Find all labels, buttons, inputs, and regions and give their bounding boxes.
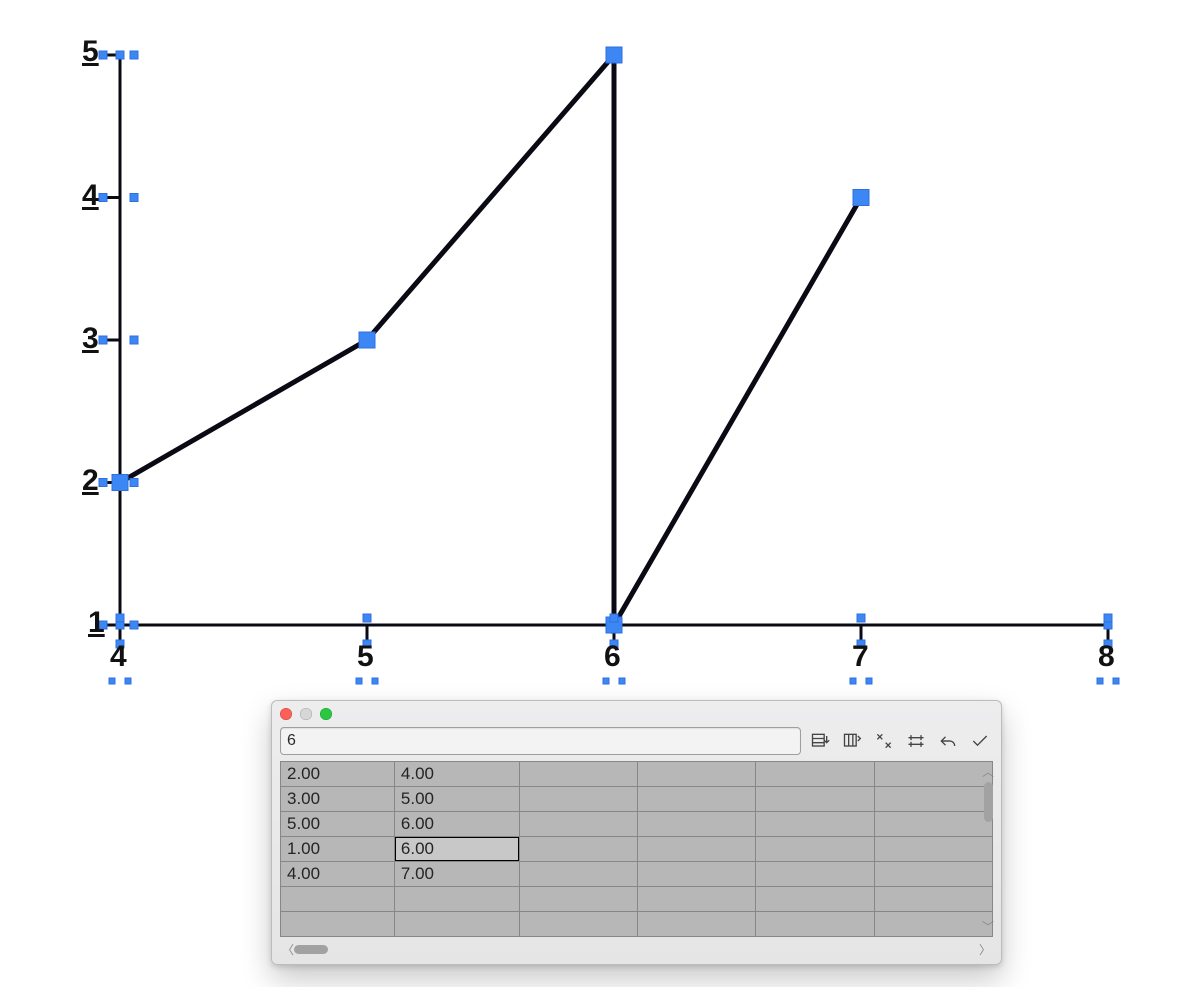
toolbar: [272, 727, 1001, 761]
table-cell[interactable]: [637, 862, 755, 887]
table-cell[interactable]: [637, 912, 755, 937]
table-cell[interactable]: [519, 887, 637, 912]
table-cell[interactable]: [519, 837, 637, 862]
table-cell[interactable]: [756, 762, 874, 787]
axis-handles[interactable]: [99, 51, 1119, 684]
table-cell[interactable]: 5.00: [281, 812, 395, 837]
x-tick-label[interactable]: 7: [852, 640, 869, 674]
scroll-left-icon[interactable]: 〈: [282, 941, 294, 958]
chart-canvas[interactable]: 5 4 3 2 1 4 5 6 7 8: [0, 0, 1200, 720]
table-cell[interactable]: [874, 912, 992, 937]
scroll-right-icon[interactable]: 〉: [979, 941, 991, 958]
swap-xy-icon[interactable]: [871, 730, 897, 752]
scroll-thumb[interactable]: [294, 945, 328, 954]
horizontal-scrollbar[interactable]: 〈 〉: [272, 939, 1001, 964]
table-cell[interactable]: [281, 887, 395, 912]
y-tick-label[interactable]: 4: [82, 179, 99, 213]
table-cell[interactable]: [874, 862, 992, 887]
data-grid[interactable]: 2.004.003.005.005.006.001.006.004.007.00: [280, 761, 993, 937]
table-cell[interactable]: [756, 787, 874, 812]
data-editor-window[interactable]: 2.004.003.005.005.006.001.006.004.007.00…: [271, 700, 1002, 965]
table-cell[interactable]: [874, 887, 992, 912]
window-zoom-button[interactable]: [320, 708, 332, 720]
table-cell[interactable]: [519, 862, 637, 887]
table-cell[interactable]: 6.00: [394, 837, 519, 862]
table-row[interactable]: 4.007.00: [281, 862, 993, 887]
window-minimize-button[interactable]: [300, 708, 312, 720]
table-cell[interactable]: [637, 762, 755, 787]
table-cell[interactable]: 3.00: [281, 787, 395, 812]
table-cell[interactable]: [519, 912, 637, 937]
x-tick-label[interactable]: 4: [110, 640, 127, 674]
table-cell[interactable]: [756, 862, 874, 887]
insert-row-icon[interactable]: [807, 730, 833, 752]
table-cell[interactable]: [281, 912, 395, 937]
table-cell[interactable]: 4.00: [394, 762, 519, 787]
table-cell[interactable]: [519, 812, 637, 837]
window-close-button[interactable]: [280, 708, 292, 720]
window-titlebar[interactable]: [272, 701, 1001, 727]
table-cell[interactable]: [394, 887, 519, 912]
table-cell[interactable]: [874, 837, 992, 862]
table-cell[interactable]: [756, 837, 874, 862]
selection-handles[interactable]: [112, 47, 869, 633]
table-cell[interactable]: [519, 787, 637, 812]
y-tick-label[interactable]: 2: [82, 464, 99, 498]
chart-svg: [0, 0, 1200, 720]
y-tick-label[interactable]: 5: [82, 35, 99, 69]
line-series[interactable]: [120, 55, 861, 625]
table-row[interactable]: 2.004.00: [281, 762, 993, 787]
x-tick-label[interactable]: 6: [604, 640, 621, 674]
scroll-up-icon[interactable]: ︿: [982, 763, 994, 780]
table-cell[interactable]: 2.00: [281, 762, 395, 787]
table-cell[interactable]: 6.00: [394, 812, 519, 837]
table-cell[interactable]: [637, 787, 755, 812]
table-cell[interactable]: [637, 837, 755, 862]
y-tick-label[interactable]: 1: [88, 606, 105, 640]
table-cell[interactable]: [756, 887, 874, 912]
table-cell[interactable]: [874, 787, 992, 812]
table-cell[interactable]: 4.00: [281, 862, 395, 887]
undo-icon[interactable]: [935, 730, 961, 752]
table-cell[interactable]: [874, 812, 992, 837]
table-row[interactable]: 1.006.00: [281, 837, 993, 862]
table-cell[interactable]: 5.00: [394, 787, 519, 812]
table-row[interactable]: 3.005.00: [281, 787, 993, 812]
table-row[interactable]: [281, 887, 993, 912]
table-cell[interactable]: 1.00: [281, 837, 395, 862]
table-cell[interactable]: [394, 912, 519, 937]
resize-columns-icon[interactable]: [903, 730, 929, 752]
table-cell[interactable]: [874, 762, 992, 787]
scroll-down-icon[interactable]: ﹀: [982, 918, 994, 935]
scroll-thumb[interactable]: [984, 782, 993, 822]
x-tick-label[interactable]: 8: [1098, 640, 1115, 674]
table-cell[interactable]: [519, 762, 637, 787]
table-row[interactable]: 5.006.00: [281, 812, 993, 837]
formula-input[interactable]: [280, 727, 801, 755]
table-cell[interactable]: [637, 887, 755, 912]
table-cell[interactable]: [756, 912, 874, 937]
confirm-icon[interactable]: [967, 730, 993, 752]
y-tick-label[interactable]: 3: [82, 322, 99, 356]
table-cell[interactable]: 7.00: [394, 862, 519, 887]
insert-column-icon[interactable]: [839, 730, 865, 752]
table-cell[interactable]: [756, 812, 874, 837]
x-tick-label[interactable]: 5: [357, 640, 374, 674]
vertical-scrollbar[interactable]: ︿ ﹀: [980, 761, 996, 937]
table-row[interactable]: [281, 912, 993, 937]
table-cell[interactable]: [637, 812, 755, 837]
